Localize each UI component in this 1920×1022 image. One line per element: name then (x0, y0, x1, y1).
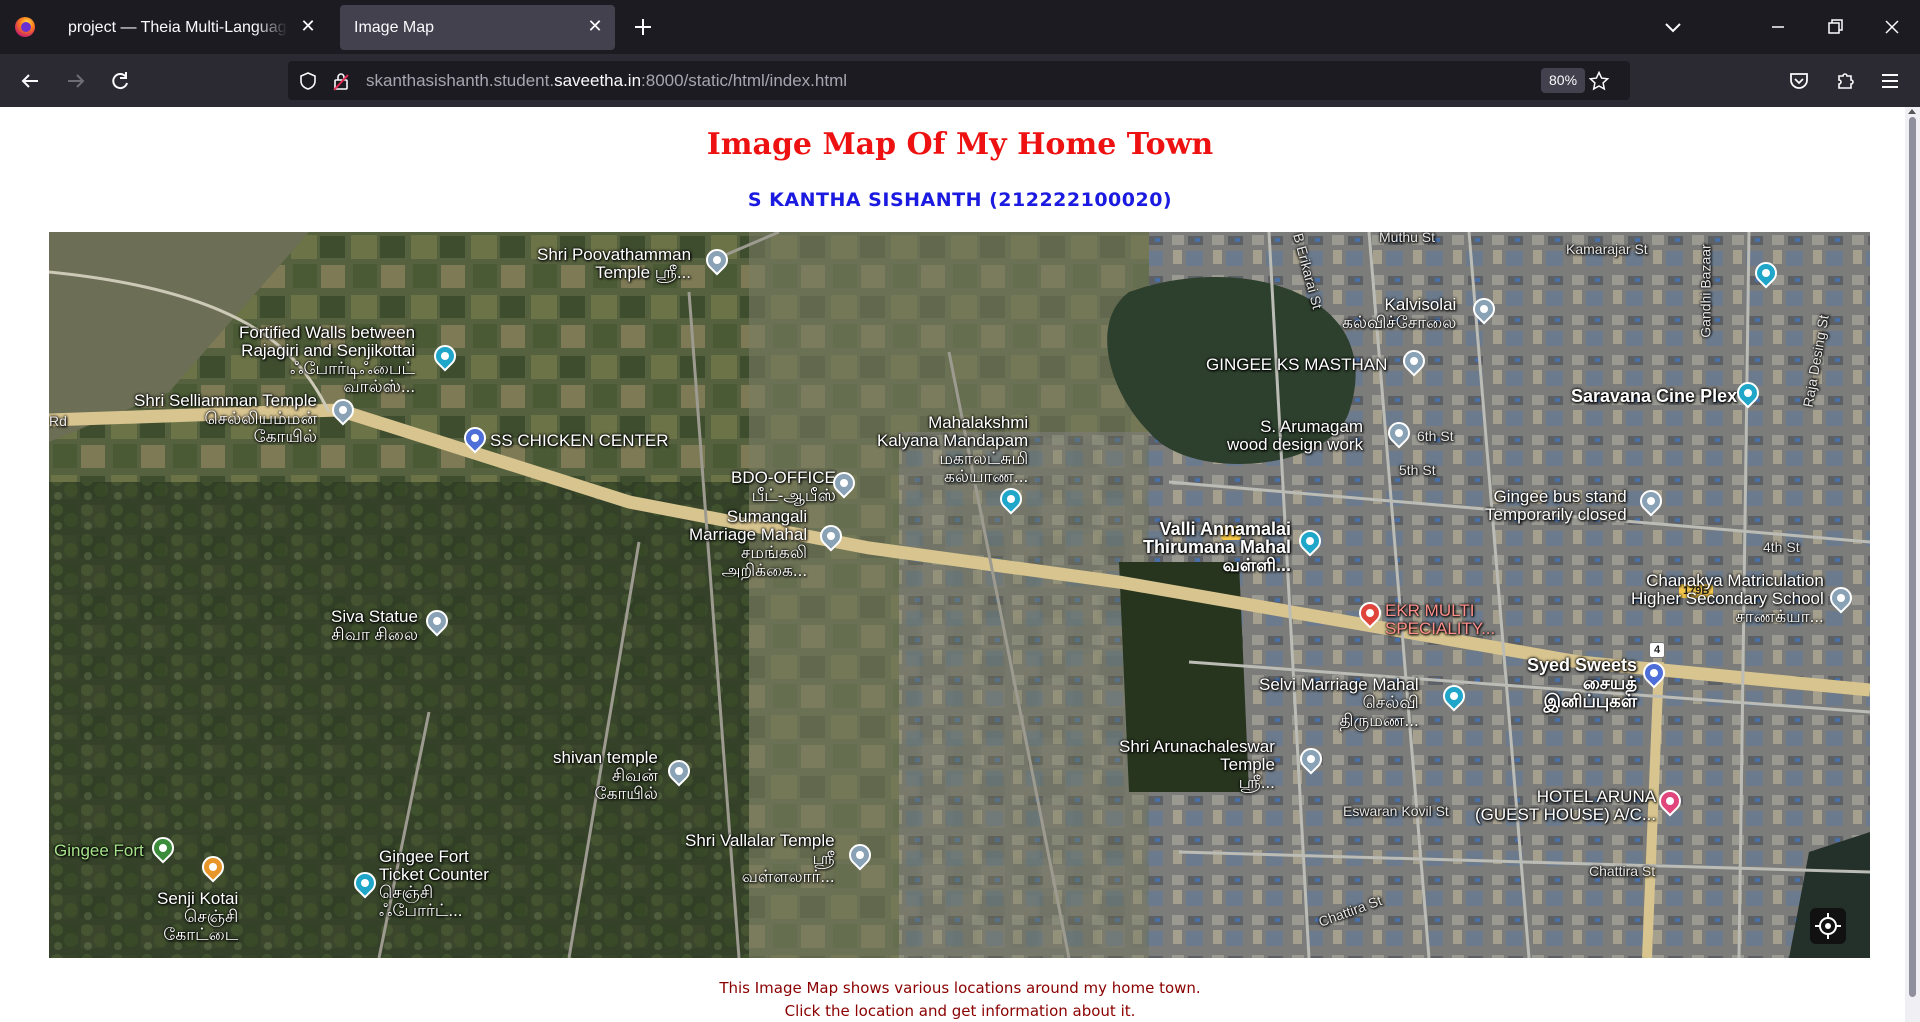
place-gingee-fort[interactable]: Gingee Fort (54, 842, 144, 860)
firefox-logo-icon[interactable] (14, 16, 36, 38)
crosshair-icon (1815, 913, 1841, 939)
scroll-up-arrow-icon[interactable] (1908, 109, 1916, 114)
place-valli-annamalai-thirumana-mahal[interactable]: Valli Annamalai Thirumana Mahal வள்ளி... (1143, 520, 1291, 574)
street-label: Kamarajar St (1566, 241, 1648, 257)
my-location-button[interactable] (1810, 908, 1846, 944)
place-gingee-bus-stand[interactable]: Gingee bus stand Temporarily closed (1485, 488, 1627, 524)
place-kalvisolai[interactable]: Kalvisolai கல்விச்சோலை (1342, 296, 1456, 332)
reload-icon[interactable] (106, 67, 134, 95)
street-label: Rd (49, 413, 67, 429)
place-saravana-cine-plex[interactable]: Saravana Cine Plex (1571, 387, 1737, 405)
route-shield-4: 4 (1649, 642, 1666, 658)
close-icon[interactable]: ✕ (298, 17, 318, 37)
street-label: Gandhi Bazaar (1697, 244, 1714, 338)
place-shivan-temple[interactable]: shivan temple சிவன் கோயில் (553, 749, 658, 803)
caption-line-2: Click the location and get information a… (784, 1002, 1136, 1020)
vertical-scrollbar[interactable] (1905, 107, 1920, 1022)
place-shri-selliamman-temple[interactable]: Shri Selliamman Temple செல்லியம்மன் கோயில் (134, 392, 317, 446)
restore-icon[interactable] (1822, 14, 1848, 40)
place-senji-kotai[interactable]: Senji Kotai செஞ்சி கோட்டை (157, 890, 238, 944)
bookmark-star-icon[interactable] (1588, 70, 1610, 92)
scrollbar-thumb[interactable] (1909, 117, 1916, 997)
street-label: Chattira St (1589, 863, 1656, 879)
place-mahalakshmi-kalyana-mandapam[interactable]: Mahalakshmi Kalyana Mandapam மகாலட்சுமி கல்… (877, 414, 1028, 486)
list-all-tabs-icon[interactable] (1660, 14, 1686, 40)
zoom-level-button[interactable]: 80% (1541, 68, 1586, 93)
page-title: Image Map Of My Home Town (706, 127, 1214, 162)
place-shri-arunachaleswar-temple[interactable]: Shri Arunachaleswar Temple ஸ்ரீ... (1119, 738, 1275, 792)
place-sumangali-marriage-mahal[interactable]: Sumangali Marriage Mahal சமங்கலி அறிக்கை... (689, 508, 807, 580)
place-ss-chicken-center[interactable]: SS CHICKEN CENTER (490, 432, 669, 450)
insecure-lock-icon[interactable] (330, 70, 352, 92)
page-subtitle: S KANTHA SISHANTH (212222100020) (747, 189, 1173, 211)
close-icon[interactable]: ✕ (585, 17, 605, 37)
new-tab-icon[interactable] (630, 14, 656, 40)
home-town-image-map[interactable]: 77 179B 4 Muthu St Kamarajar St Gandhi B… (49, 232, 1870, 958)
place-shri-vallalar-temple[interactable]: Shri Vallalar Temple ஸ்ரீ வள்ளலார்... (685, 832, 835, 886)
place-bdo-office[interactable]: BDO-OFFICE பீட்-ஆபீஸ் (731, 469, 836, 505)
url-suffix: :8000/static/html/index.html (641, 71, 848, 90)
tab-title: Image Map (354, 18, 435, 36)
street-label: Muthu St (1379, 232, 1436, 245)
tab-title: project — Theia Multi-Language Ex (68, 18, 288, 36)
url-bar[interactable]: skanthasishanth.student.saveetha.in:8000… (288, 61, 1630, 100)
place-s-arumagam-wood-design[interactable]: S. Arumagam wood design work (1227, 418, 1363, 454)
street-label: Eswaran Kovil St (1343, 803, 1449, 819)
url-text[interactable]: skanthasishanth.student.saveetha.in:8000… (366, 71, 847, 91)
place-gingee-ks-masthan[interactable]: GINGEE KS MASTHAN (1206, 356, 1387, 374)
forward-arrow-icon[interactable] (62, 67, 90, 95)
extensions-puzzle-icon[interactable] (1831, 67, 1859, 95)
street-label: 6th St (1417, 428, 1454, 444)
tab-image-map[interactable]: Image Map ✕ (340, 5, 615, 50)
place-ekr-multi-speciality[interactable]: EKR MULTI SPECIALITY... (1385, 602, 1495, 638)
place-siva-statue[interactable]: Siva Statue சிவா சிலை (331, 608, 418, 644)
page-content: Image Map Of My Home Town S KANTHA SISHA… (0, 107, 1905, 1022)
place-gingee-fort-ticket-counter[interactable]: Gingee Fort Ticket Counter செஞ்சி ஃபோர்ட்..… (379, 848, 489, 920)
hamburger-menu-icon[interactable] (1876, 67, 1904, 95)
shield-icon[interactable] (297, 70, 319, 92)
url-prefix: skanthasishanth.student. (366, 71, 555, 90)
place-chanakya-matriculation-school[interactable]: Chanakya Matriculation Higher Secondary S… (1631, 572, 1824, 626)
back-arrow-icon[interactable] (16, 67, 44, 95)
street-label: 5th St (1399, 462, 1436, 478)
street-label: 4th St (1763, 539, 1800, 555)
place-selvi-marriage-mahal[interactable]: Selvi Marriage Mahal செல்வி திருமண... (1259, 676, 1419, 730)
tab-strip: project — Theia Multi-Language Ex ✕ Imag… (0, 0, 1920, 54)
window-close-icon[interactable] (1879, 14, 1905, 40)
pocket-icon[interactable] (1785, 67, 1813, 95)
place-fortified-walls[interactable]: Fortified Walls between Rajagiri and Senj… (239, 324, 415, 396)
url-host: saveetha.in (554, 71, 642, 90)
caption-line-1: This Image Map shows various locations a… (719, 979, 1201, 997)
navigation-toolbar: skanthasishanth.student.saveetha.in:8000… (0, 54, 1920, 107)
minimize-icon[interactable] (1765, 14, 1791, 40)
place-hotel-aruna[interactable]: HOTEL ARUNA (GUEST HOUSE) A/C... (1475, 788, 1656, 824)
place-syed-sweets[interactable]: Syed Sweets சையத் இனிப்புகள் (1527, 656, 1637, 710)
tab-project[interactable]: project — Theia Multi-Language Ex ✕ (54, 5, 328, 50)
place-shri-poovathamman-temple[interactable]: Shri Poovathamman Temple ஸ்ரீ... (537, 246, 691, 282)
